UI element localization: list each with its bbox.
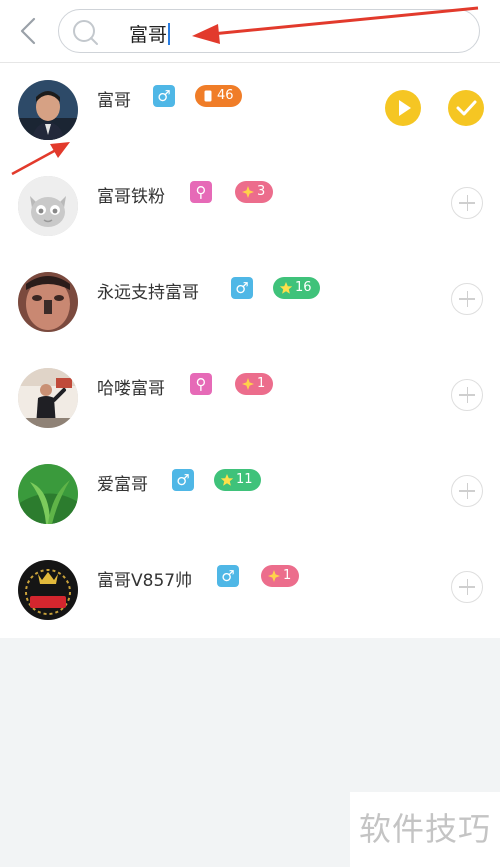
search-input[interactable]: 富哥 <box>58 9 480 53</box>
sparkle-icon <box>268 570 280 582</box>
list-item[interactable]: 永远支持富哥 ♂ 16 <box>0 255 500 351</box>
avatar-default-mascot <box>18 176 78 236</box>
user-name: 富哥铁粉 <box>97 187 165 207</box>
level-value: 16 <box>295 280 312 295</box>
level-badge: 1 <box>261 565 300 587</box>
gender-male-icon: ♂ <box>231 277 253 299</box>
sparkle-icon <box>242 186 254 198</box>
level-value: 1 <box>283 568 292 583</box>
follow-plus-button[interactable] <box>451 571 483 603</box>
user-name: 哈喽富哥 <box>97 379 165 399</box>
level-badge: 1 <box>235 373 274 395</box>
follow-plus-button[interactable] <box>451 283 483 315</box>
avatar[interactable] <box>18 368 78 428</box>
gender-male-icon: ♂ <box>153 85 175 107</box>
avatar[interactable] <box>18 464 78 524</box>
search-header: 富哥 <box>0 0 500 63</box>
search-icon <box>73 20 98 45</box>
follow-plus-button[interactable] <box>451 187 483 219</box>
list-item[interactable]: 爱富哥 ♂ 11 <box>0 447 500 543</box>
level-badge: 3 <box>235 181 274 203</box>
star-icon <box>279 282 293 294</box>
star-icon <box>220 474 234 486</box>
avatar-photo <box>18 272 78 332</box>
level-badge: 16 <box>273 277 320 299</box>
phone-icon <box>204 90 212 102</box>
list-item[interactable]: 富哥V857帅 ♂ 1 <box>0 543 500 639</box>
follow-plus-button[interactable] <box>451 475 483 507</box>
avatar-photo <box>18 368 78 428</box>
play-button[interactable] <box>385 90 421 126</box>
followed-check-button[interactable] <box>448 90 484 126</box>
text-caret <box>168 23 170 45</box>
play-icon <box>399 100 411 116</box>
avatar-photo <box>18 464 78 524</box>
list-item[interactable]: 富哥铁粉 ⚲ 3 <box>0 159 500 255</box>
watermark: 软件技巧 <box>350 792 500 867</box>
list-item[interactable]: 哈喽富哥 ⚲ 1 <box>0 351 500 447</box>
user-name: 爱富哥 <box>97 475 148 495</box>
search-results-list: 富哥 ♂ 46 富哥铁粉 ⚲ 3 永远支持富哥 ♂ 16 哈喽富哥 ⚲ 1 爱富… <box>0 63 500 638</box>
avatar[interactable] <box>18 80 78 140</box>
avatar[interactable] <box>18 176 78 236</box>
level-value: 1 <box>257 376 266 391</box>
gender-male-icon: ♂ <box>172 469 194 491</box>
user-name: 富哥V857帅 <box>97 571 193 591</box>
user-name: 富哥 <box>97 91 131 111</box>
avatar[interactable] <box>18 272 78 332</box>
level-badge: 11 <box>214 469 261 491</box>
user-name: 永远支持富哥 <box>97 283 199 303</box>
check-icon <box>456 100 477 116</box>
level-value: 11 <box>236 472 253 487</box>
sparkle-icon <box>242 378 254 390</box>
level-badge: 46 <box>195 85 242 107</box>
avatar-photo <box>18 80 78 140</box>
level-value: 46 <box>217 88 234 103</box>
gender-female-icon: ⚲ <box>190 373 212 395</box>
avatar-crown-emblem <box>18 560 78 620</box>
level-value: 3 <box>257 184 266 199</box>
search-query-text: 富哥 <box>129 24 168 46</box>
back-button[interactable] <box>14 14 44 48</box>
chevron-left-icon <box>20 17 36 45</box>
follow-plus-button[interactable] <box>451 379 483 411</box>
list-item[interactable]: 富哥 ♂ 46 <box>0 63 500 159</box>
gender-male-icon: ♂ <box>217 565 239 587</box>
gender-female-icon: ⚲ <box>190 181 212 203</box>
avatar[interactable] <box>18 560 78 620</box>
